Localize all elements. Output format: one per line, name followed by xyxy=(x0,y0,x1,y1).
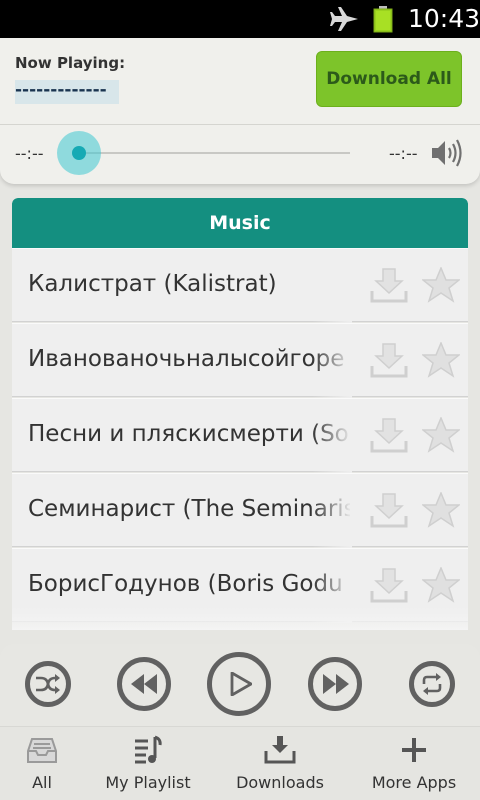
player-controls xyxy=(0,644,480,726)
track-title: Песни и пляскисмерти (So xyxy=(28,421,349,447)
fast-forward-icon xyxy=(323,674,349,694)
shuffle-icon xyxy=(36,674,60,694)
download-icon[interactable] xyxy=(369,342,409,380)
music-list-title: Music xyxy=(12,198,468,248)
inbox-icon xyxy=(27,738,57,763)
favorite-star-icon[interactable] xyxy=(422,417,460,453)
playlist-icon xyxy=(135,735,162,764)
airplane-mode-icon xyxy=(330,7,358,31)
download-icon[interactable] xyxy=(369,567,409,605)
downloads-icon xyxy=(264,736,296,764)
tab-all[interactable]: All xyxy=(0,727,84,800)
now-playing-label: Now Playing: xyxy=(15,54,126,72)
battery-icon xyxy=(373,6,393,33)
favorite-star-icon[interactable] xyxy=(422,267,460,303)
track-title: БорисГодунов (Boris Godu xyxy=(28,571,343,597)
volume-icon[interactable] xyxy=(430,138,464,168)
seek-handle[interactable] xyxy=(57,131,101,175)
track-title: Семинарист (The Seminaris xyxy=(28,496,350,522)
track-title: Калистрат (Kalistrat) xyxy=(28,271,277,297)
total-time: --:-- xyxy=(389,144,418,163)
seek-bar[interactable] xyxy=(78,152,350,154)
clock: 10:43 xyxy=(408,4,480,33)
rewind-icon xyxy=(131,674,157,694)
tab-label: My Playlist xyxy=(105,773,191,792)
track-row[interactable]: Калистрат (Kalistrat) xyxy=(12,248,468,323)
divider xyxy=(0,124,480,125)
tab-label: More Apps xyxy=(371,773,457,792)
track-row[interactable]: Семинарист (The Seminaris xyxy=(12,473,468,548)
download-icon[interactable] xyxy=(369,492,409,530)
plus-icon xyxy=(402,738,426,762)
tab-downloads[interactable]: Downloads xyxy=(224,727,336,800)
download-icon[interactable] xyxy=(369,267,409,305)
track-row[interactable]: Песни и пляскисмерти (So xyxy=(12,398,468,473)
favorite-star-icon[interactable] xyxy=(422,342,460,378)
bottom-tab-bar: All My Playlist Downloads More Apps xyxy=(0,726,480,800)
play-button[interactable] xyxy=(207,652,271,716)
now-playing-panel: Now Playing: ------------- Download All … xyxy=(0,38,480,184)
music-list-card: Music Калистрат (Kalistrat) Иванованочьн… xyxy=(12,198,468,630)
favorite-star-icon[interactable] xyxy=(422,492,460,528)
list-fade xyxy=(12,608,468,630)
fast-forward-button[interactable] xyxy=(308,657,362,711)
play-icon xyxy=(230,672,252,696)
tab-more-apps[interactable]: More Apps xyxy=(364,727,464,800)
tab-my-playlist[interactable]: My Playlist xyxy=(98,727,198,800)
track-row[interactable]: Иванованочьналысойгоре xyxy=(12,323,468,398)
now-playing-title: ------------- xyxy=(15,80,119,104)
elapsed-time: --:-- xyxy=(15,144,44,163)
tab-label: Downloads xyxy=(236,773,324,792)
track-title: Иванованочьналысойгоре xyxy=(28,346,345,372)
rewind-button[interactable] xyxy=(117,657,171,711)
status-bar: 10:43 xyxy=(0,0,480,38)
download-icon[interactable] xyxy=(369,417,409,455)
favorite-star-icon[interactable] xyxy=(422,567,460,603)
repeat-icon xyxy=(422,673,442,695)
tab-label: All xyxy=(32,773,52,792)
download-all-button[interactable]: Download All xyxy=(316,51,462,107)
shuffle-button[interactable] xyxy=(25,661,71,707)
repeat-button[interactable] xyxy=(409,661,455,707)
